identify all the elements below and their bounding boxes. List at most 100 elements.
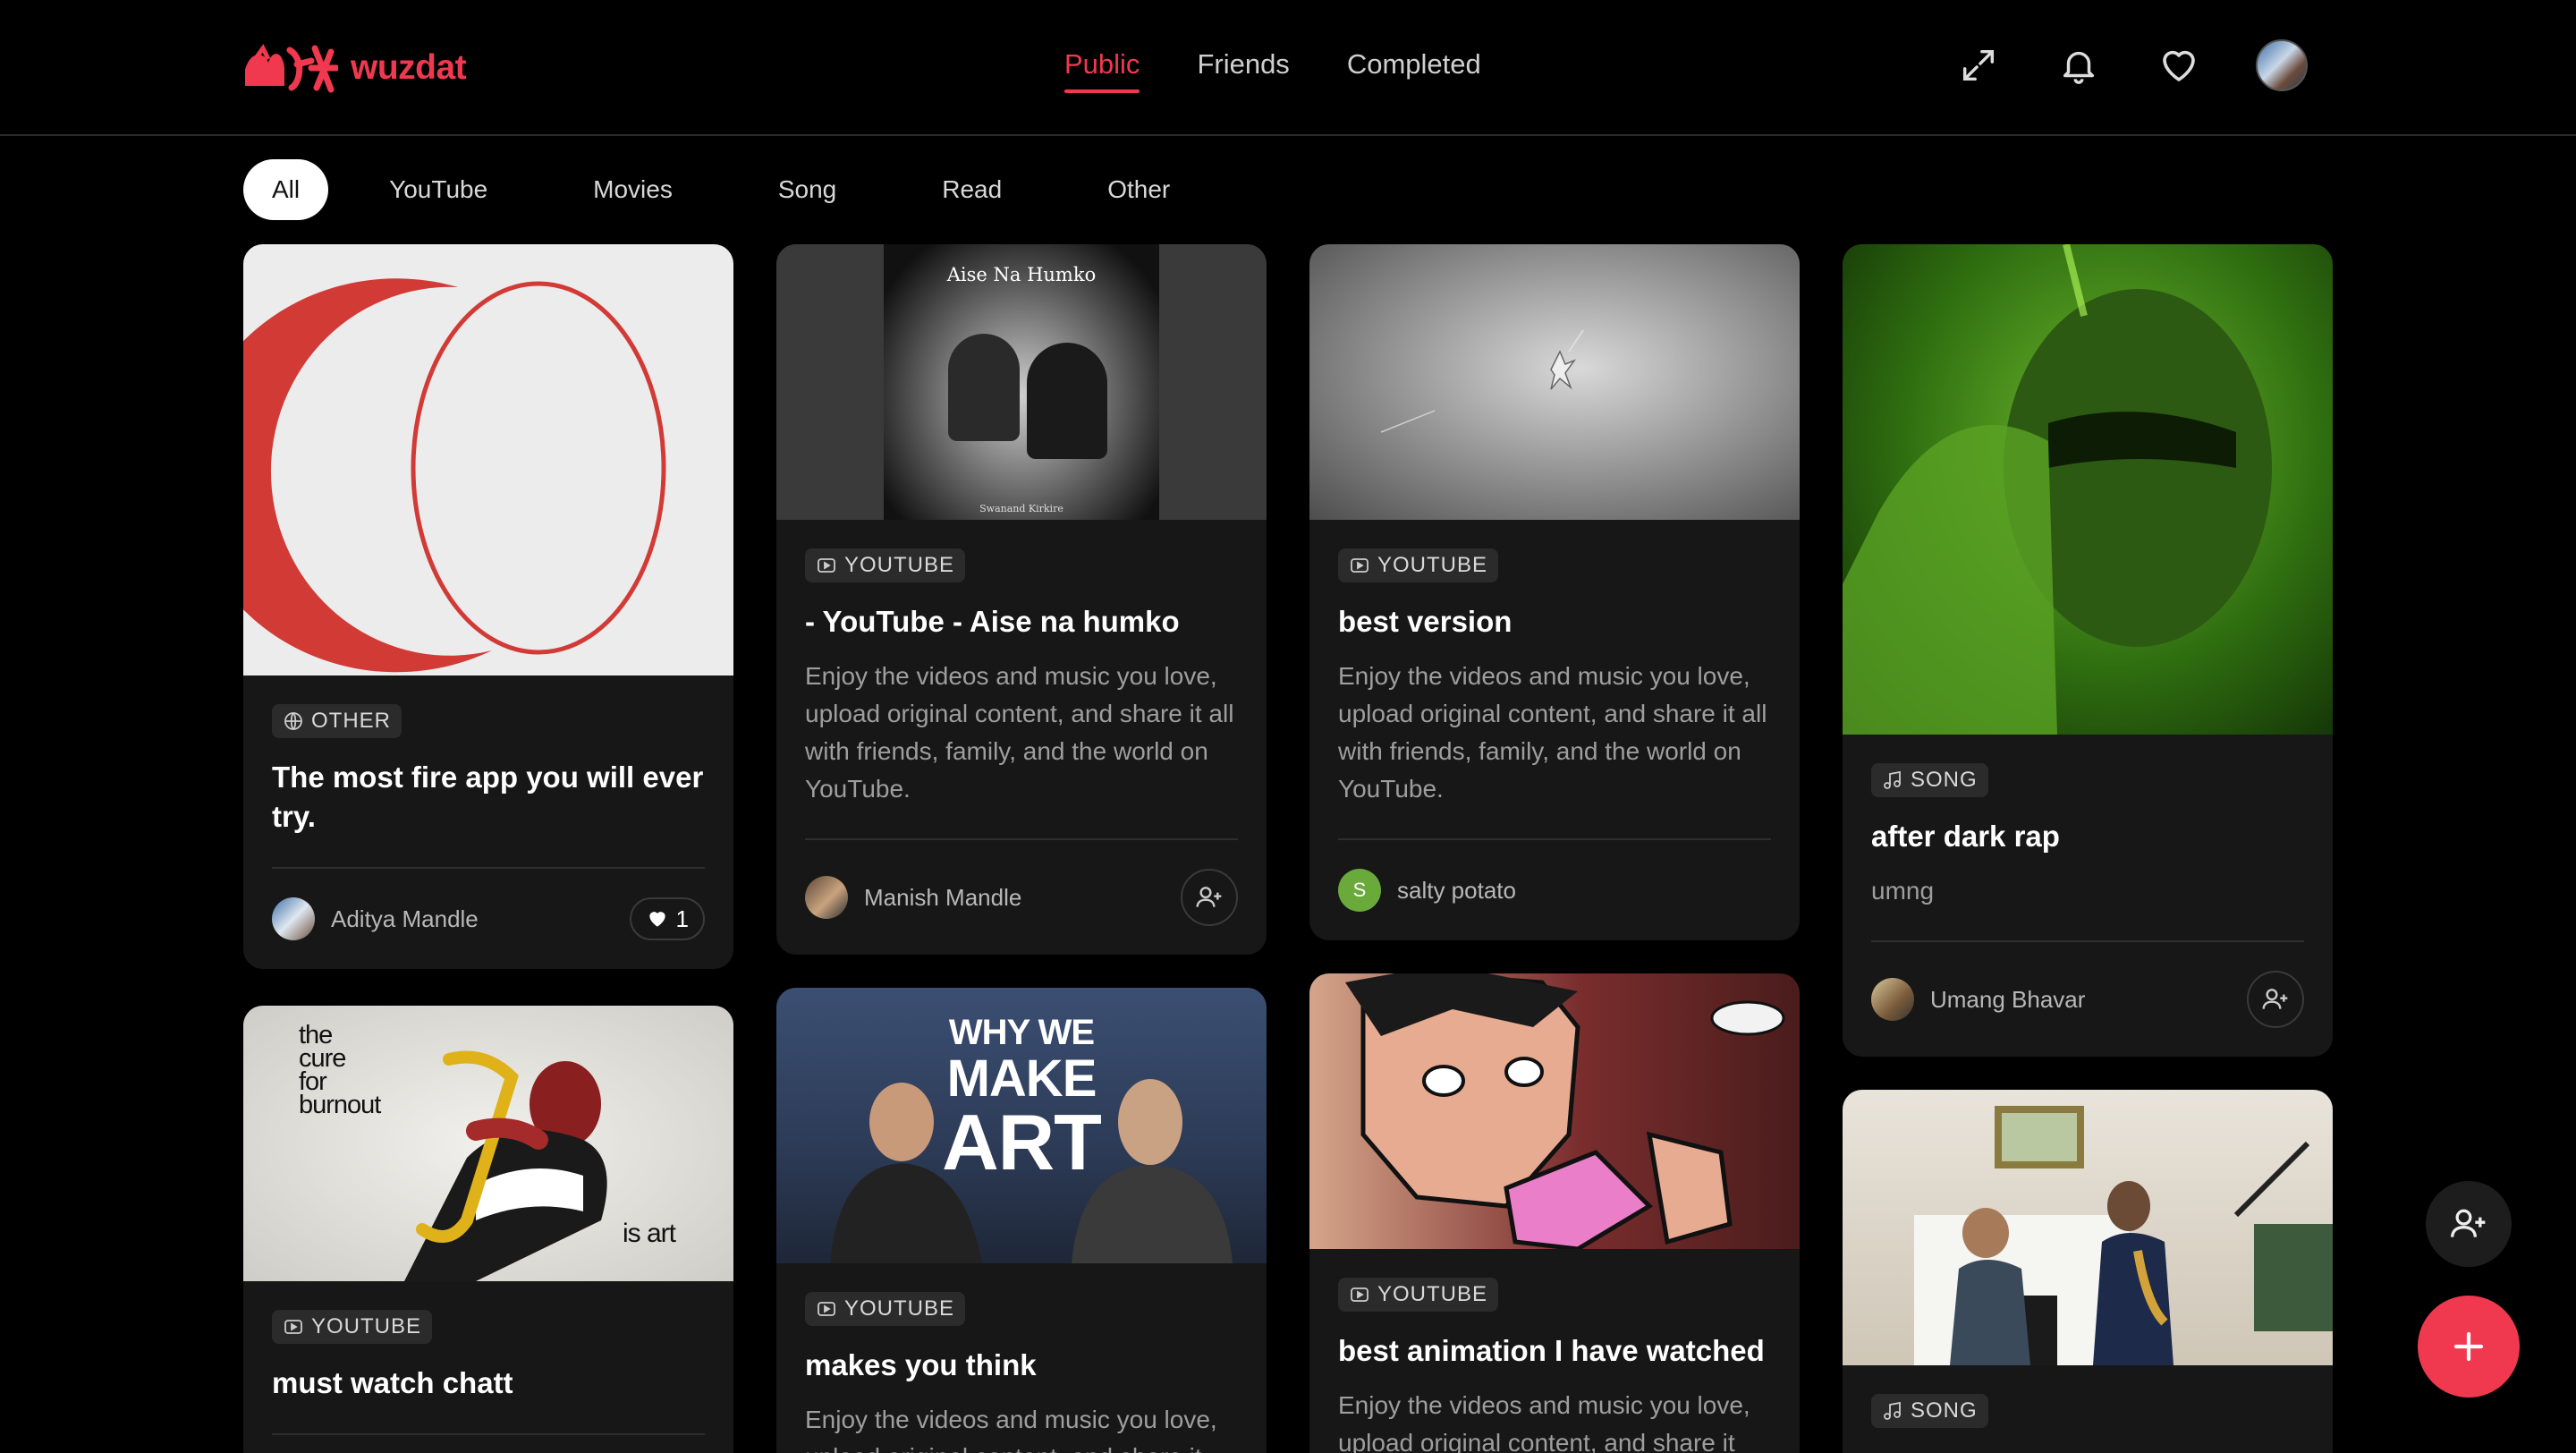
add-friend-fab[interactable] <box>2426 1181 2512 1267</box>
filter-read[interactable]: Read <box>897 159 1046 220</box>
card-divider <box>272 1433 705 1435</box>
post-author[interactable]: Umang Bhavar <box>1871 978 2085 1021</box>
green-portrait-image <box>1843 244 2272 735</box>
app-header: wuzdat Public Friends Completed <box>0 0 2576 136</box>
post-card[interactable]: OTHER The most fire app you will ever tr… <box>243 244 733 969</box>
cover-title: Aise Na Humko <box>946 264 1097 285</box>
post-thumbnail[interactable]: WHY WE MAKE ART <box>776 988 1267 1263</box>
category-label: SONG <box>1911 768 1978 792</box>
headline-line: ART <box>942 1098 1102 1186</box>
author-name: Manish Mandle <box>864 883 1022 911</box>
video-icon <box>818 558 835 573</box>
post-card[interactable]: WHY WE MAKE ART YOUTUBE makes you think … <box>776 988 1267 1453</box>
profile-avatar[interactable] <box>2256 39 2308 91</box>
expand-icon[interactable] <box>1955 42 2002 89</box>
filter-youtube[interactable]: YouTube <box>344 159 532 220</box>
skydiver-image <box>1380 329 1584 433</box>
post-thumbnail[interactable] <box>243 244 733 676</box>
category-badge: YOUTUBE <box>1338 1278 1499 1312</box>
like-count: 1 <box>675 905 689 932</box>
post-title: best animation I have watched <box>1338 1334 1765 1367</box>
post-card[interactable]: YOUTUBE best version Enjoy the videos an… <box>1309 244 1800 940</box>
author-name: Umang Bhavar <box>1930 985 2086 1013</box>
post-author[interactable]: Aditya Mandle <box>272 897 479 940</box>
post-thumbnail[interactable] <box>1843 1090 2333 1365</box>
avatar <box>1871 978 1914 1021</box>
plus-icon <box>2453 1331 2484 1362</box>
post-thumbnail[interactable] <box>1309 244 1800 520</box>
create-post-button[interactable] <box>2418 1296 2520 1398</box>
category-filters: All YouTube Movies Song Read Other <box>243 159 1215 220</box>
category-label: YOUTUBE <box>844 1296 955 1321</box>
post-thumbnail[interactable]: Aise Na Humko Swanand Kirkire <box>776 244 1267 520</box>
category-badge: YOUTUBE <box>805 1292 966 1326</box>
filter-other[interactable]: Other <box>1063 159 1215 220</box>
video-icon <box>818 1302 835 1316</box>
video-icon <box>1351 1287 1368 1302</box>
add-friend-icon <box>2451 1209 2486 1237</box>
tab-completed[interactable]: Completed <box>1347 48 1481 81</box>
saxophone-player-image <box>404 1050 607 1281</box>
post-thumbnail[interactable] <box>1309 973 1800 1249</box>
post-thumbnail[interactable] <box>1843 244 2333 735</box>
avatar-initial: S <box>1352 879 1367 901</box>
video-icon <box>1351 558 1368 573</box>
post-card[interactable]: the cure for burnout is art YOUTUBE must… <box>243 1006 733 1453</box>
post-title: makes you think <box>805 1348 1037 1381</box>
category-badge: SONG <box>1871 1394 1988 1428</box>
heart-icon[interactable] <box>2156 42 2202 89</box>
globe-icon <box>284 712 302 730</box>
post-thumbnail[interactable]: the cure for burnout is art <box>243 1006 733 1281</box>
avatar <box>272 897 315 940</box>
headline-line: WHY WE <box>948 1013 1095 1052</box>
post-title: - YouTube - Aise na humko <box>805 605 1180 638</box>
post-card[interactable]: Aise Na Humko Swanand Kirkire YOUTUBE - … <box>776 244 1267 955</box>
category-label: SONG <box>1911 1398 1978 1423</box>
tab-friends[interactable]: Friends <box>1197 48 1289 81</box>
cover-credit: Swanand Kirkire <box>979 503 1063 514</box>
author-name: Aditya Mandle <box>331 905 479 932</box>
video-icon <box>284 1320 302 1334</box>
filter-all[interactable]: All <box>243 159 329 220</box>
brand-logo[interactable]: wuzdat <box>242 41 467 95</box>
tab-public[interactable]: Public <box>1064 48 1140 93</box>
category-badge: OTHER <box>272 704 402 738</box>
thumb-headline: WHY WE MAKE ART <box>776 1013 1267 1186</box>
author-name: salty potato <box>1397 876 1516 904</box>
music-note-icon <box>1884 770 1901 789</box>
filter-song[interactable]: Song <box>733 159 881 220</box>
post-description: umng <box>1871 877 1935 905</box>
category-badge: YOUTUBE <box>805 548 966 582</box>
category-label: OTHER <box>311 709 391 733</box>
post-card[interactable]: YOUTUBE best animation I have watched En… <box>1309 973 1800 1453</box>
red-crescent-image <box>243 278 666 673</box>
post-description: Enjoy the videos and music you love, upl… <box>805 662 1234 803</box>
post-description: Enjoy the videos and music you love, upl… <box>1338 1391 1750 1453</box>
category-badge: YOUTUBE <box>272 1310 433 1344</box>
filter-movies[interactable]: Movies <box>548 159 717 220</box>
add-friend-icon <box>1196 887 1222 907</box>
category-badge: YOUTUBE <box>1338 548 1499 582</box>
bell-icon[interactable] <box>2055 42 2102 89</box>
post-description: Enjoy the videos and music you love, upl… <box>805 1406 1217 1453</box>
post-title: best version <box>1338 605 1513 638</box>
post-author[interactable]: Manish Mandle <box>805 876 1021 919</box>
add-friend-button[interactable] <box>1181 869 1238 926</box>
category-label: YOUTUBE <box>844 553 955 577</box>
musicians-image <box>1914 1106 2333 1365</box>
post-card[interactable]: SONG after dark rap umng Umang Bhavar <box>1843 244 2333 1057</box>
post-title: after dark rap <box>1871 820 2060 853</box>
category-label: YOUTUBE <box>1377 1282 1488 1306</box>
animation-still-image <box>1345 973 1785 1249</box>
category-label: YOUTUBE <box>1377 553 1488 577</box>
logo-mark-icon <box>245 44 338 93</box>
post-author[interactable]: S salty potato <box>1338 869 1516 912</box>
add-friend-button[interactable] <box>2247 971 2304 1028</box>
like-button[interactable]: 1 <box>629 897 705 940</box>
post-title: must watch chatt <box>272 1366 513 1399</box>
post-description: Enjoy the videos and music you love, upl… <box>1338 662 1767 803</box>
brand-name: wuzdat <box>351 48 467 87</box>
header-actions <box>1955 39 2308 91</box>
avatar <box>805 876 848 919</box>
post-card[interactable]: SONG <box>1843 1090 2333 1453</box>
